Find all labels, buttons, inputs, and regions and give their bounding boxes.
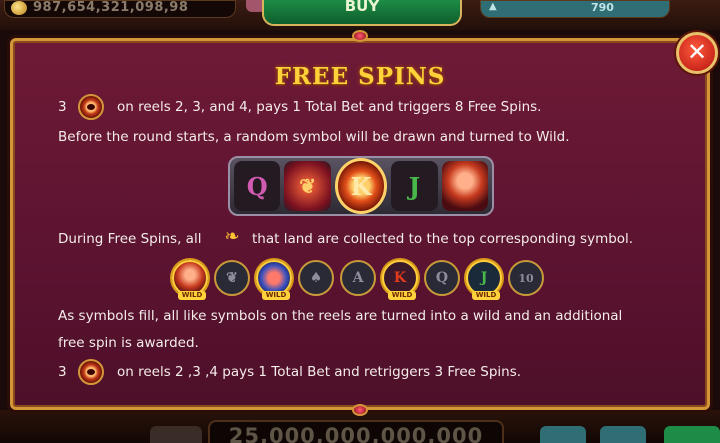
line4-text: As symbols fill, all like symbols on the… [58,308,623,324]
wild-badge: WILD [262,291,290,300]
wild-badge: WILD [178,291,206,300]
level-badge-icon: ▲ [489,1,497,12]
reel-symbol-k-wild: K [334,158,388,214]
scatter-icon [78,94,104,120]
collector-spade: ♠ [298,260,334,296]
wild-badge: WILD [472,291,500,300]
paytable-panel [10,38,710,410]
wild-badge: WILD [388,291,416,300]
balance-display: 987,654,321,098,98 [4,0,236,18]
collector-10: 10 [508,260,544,296]
menu-button[interactable] [150,426,202,443]
line3-before: During Free Spins, all [58,231,202,247]
reel-example: Q ❦ K J [228,156,494,216]
spin-button[interactable] [664,426,720,443]
reel-symbol-j: J [391,161,438,211]
line1-text: on reels 2, 3, and 4, pays 1 Total Bet a… [117,99,542,115]
collector-phoenix: ❦ [214,260,250,296]
line5-text: free spin is awarded. [58,335,199,351]
collector-egg: WILD [256,260,292,300]
bet-value: 25,000,000,000,000 [228,424,484,443]
collector-k: K WILD [382,260,418,300]
bet-plus-button[interactable] [600,426,646,443]
frame-gem-bottom [352,404,368,416]
bet-minus-button[interactable] [540,426,586,443]
line3-after: that land are collected to the top corre… [252,231,634,247]
top-bar: 987,654,321,098,98 BUY ▲ 790 [0,0,720,30]
reel-symbol-q: Q [234,161,281,211]
level-display: ▲ 790 [480,0,670,18]
line2-text: Before the round starts, a random symbol… [58,129,570,145]
reel-symbol-woman [441,161,489,211]
collector-a: A [340,260,376,296]
dialog-title: FREE SPINS [274,63,446,90]
coin-icon [11,1,27,15]
line6-count: 3 [58,364,67,380]
line6-text: on reels 2 ,3 ,4 pays 1 Total Bet and re… [117,364,522,380]
collector-j: J WILD [466,260,502,300]
scatter-icon [78,359,104,385]
frame-gem-top [352,30,368,42]
collector-q: Q [424,260,460,296]
bet-display: 25,000,000,000,000 [208,420,504,443]
collector-woman: WILD [172,260,208,300]
balance-value: 987,654,321,098,98 [33,0,189,15]
buy-button[interactable]: BUY [262,0,462,26]
line1-count: 3 [58,99,67,115]
feather-icon: ❧ [224,226,240,247]
level-number: 790 [591,1,614,14]
close-icon: ✕ [686,38,708,66]
reel-symbol-phoenix: ❦ [284,161,331,211]
collector-row: WILD ❦ WILD ♠ A K WILD Q J WILD 10 [172,260,552,300]
